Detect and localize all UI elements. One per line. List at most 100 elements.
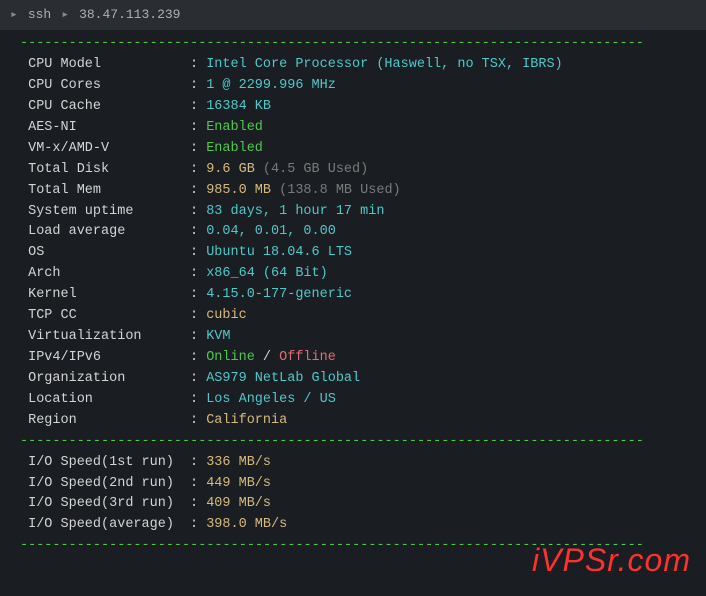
info-row: CPU Model : Intel Core Processor (Haswel… xyxy=(20,55,686,76)
row-label: VM-x/AMD-V xyxy=(20,139,190,160)
row-colon: : xyxy=(190,139,206,160)
titlebar-host: 38.47.113.239 xyxy=(79,5,180,25)
row-colon: : xyxy=(190,515,206,536)
info-row: AES-NI : Enabled xyxy=(20,118,686,139)
row-colon: : xyxy=(190,390,206,411)
row-colon: : xyxy=(190,411,206,432)
row-value: (138.8 MB Used) xyxy=(279,181,401,202)
titlebar-ssh-label: ssh xyxy=(28,5,51,25)
info-row: VM-x/AMD-V : Enabled xyxy=(20,139,686,160)
titlebar: ▸ ssh ▸ 38.47.113.239 xyxy=(0,0,706,30)
row-value: Online xyxy=(206,348,255,369)
row-label: Arch xyxy=(20,264,190,285)
row-colon: : xyxy=(190,494,206,515)
info-row: Arch : x86_64 (64 Bit) xyxy=(20,264,686,285)
row-colon: : xyxy=(190,118,206,139)
info-row: I/O Speed(3rd run) : 409 MB/s xyxy=(20,494,686,515)
info-row: Total Mem : 985.0 MB (138.8 MB Used) xyxy=(20,181,686,202)
titlebar-arrow-icon: ▸ xyxy=(61,5,69,25)
info-row: I/O Speed(average) : 398.0 MB/s xyxy=(20,515,686,536)
row-colon: : xyxy=(190,55,206,76)
row-value: 409 MB/s xyxy=(206,494,271,515)
row-value: 83 days, 1 hour 17 min xyxy=(206,202,384,223)
info-row: IPv4/IPv6 : Online / Offline xyxy=(20,348,686,369)
row-value: Offline xyxy=(279,348,336,369)
row-colon: : xyxy=(190,97,206,118)
row-value: Ubuntu 18.04.6 LTS xyxy=(206,243,352,264)
row-label: I/O Speed(average) xyxy=(20,515,190,536)
row-value: 336 MB/s xyxy=(206,453,271,474)
row-colon: : xyxy=(190,474,206,495)
row-value: x86_64 (64 Bit) xyxy=(206,264,328,285)
info-row: TCP CC : cubic xyxy=(20,306,686,327)
info-row: I/O Speed(2nd run) : 449 MB/s xyxy=(20,474,686,495)
row-value: Enabled xyxy=(206,139,263,160)
row-label: Kernel xyxy=(20,285,190,306)
row-colon: : xyxy=(190,181,206,202)
info-row: Location : Los Angeles / US xyxy=(20,390,686,411)
titlebar-arrow-icon: ▸ xyxy=(10,5,18,25)
row-label: Total Mem xyxy=(20,181,190,202)
row-label: I/O Speed(1st run) xyxy=(20,453,190,474)
row-value: 16384 KB xyxy=(206,97,271,118)
row-label: Total Disk xyxy=(20,160,190,181)
row-value: cubic xyxy=(206,306,247,327)
row-label: Load average xyxy=(20,222,190,243)
info-row: Region : California xyxy=(20,411,686,432)
row-label: Organization xyxy=(20,369,190,390)
row-value: 1 @ 2299.996 MHz xyxy=(206,76,336,97)
row-value: 449 MB/s xyxy=(206,474,271,495)
row-label: Virtualization xyxy=(20,327,190,348)
info-row: Kernel : 4.15.0-177-generic xyxy=(20,285,686,306)
row-value: 985.0 MB xyxy=(206,181,279,202)
row-label: AES-NI xyxy=(20,118,190,139)
row-colon: : xyxy=(190,285,206,306)
row-label: TCP CC xyxy=(20,306,190,327)
row-label: I/O Speed(3rd run) xyxy=(20,494,190,515)
info-row: CPU Cores : 1 @ 2299.996 MHz xyxy=(20,76,686,97)
row-label: CPU Model xyxy=(20,55,190,76)
info-row: Load average : 0.04, 0.01, 0.00 xyxy=(20,222,686,243)
row-colon: : xyxy=(190,348,206,369)
row-label: Region xyxy=(20,411,190,432)
row-value: KVM xyxy=(206,327,230,348)
row-value: Los Angeles / US xyxy=(206,390,336,411)
row-label: Location xyxy=(20,390,190,411)
row-colon: : xyxy=(190,264,206,285)
row-colon: : xyxy=(190,306,206,327)
row-value: (4.5 GB Used) xyxy=(263,160,368,181)
row-colon: : xyxy=(190,160,206,181)
row-colon: : xyxy=(190,369,206,390)
row-colon: : xyxy=(190,76,206,97)
watermark: iVPSr.com xyxy=(532,536,691,586)
row-label: I/O Speed(2nd run) xyxy=(20,474,190,495)
row-value: / xyxy=(255,348,279,369)
info-row: CPU Cache : 16384 KB xyxy=(20,97,686,118)
row-colon: : xyxy=(190,453,206,474)
info-row: I/O Speed(1st run) : 336 MB/s xyxy=(20,453,686,474)
row-label: CPU Cores xyxy=(20,76,190,97)
info-row: Organization : AS979 NetLab Global xyxy=(20,369,686,390)
row-value: California xyxy=(206,411,287,432)
row-value: 0.04, 0.01, 0.00 xyxy=(206,222,336,243)
row-value: AS979 NetLab Global xyxy=(206,369,360,390)
row-label: IPv4/IPv6 xyxy=(20,348,190,369)
row-label: System uptime xyxy=(20,202,190,223)
row-colon: : xyxy=(190,327,206,348)
row-label: OS xyxy=(20,243,190,264)
info-row: OS : Ubuntu 18.04.6 LTS xyxy=(20,243,686,264)
row-value: 4.15.0-177-generic xyxy=(206,285,352,306)
info-row: Total Disk : 9.6 GB (4.5 GB Used) xyxy=(20,160,686,181)
row-value: Enabled xyxy=(206,118,263,139)
row-colon: : xyxy=(190,222,206,243)
divider-line: ----------------------------------------… xyxy=(20,34,686,55)
info-row: Virtualization : KVM xyxy=(20,327,686,348)
row-value: 9.6 GB xyxy=(206,160,263,181)
info-row: System uptime : 83 days, 1 hour 17 min xyxy=(20,202,686,223)
terminal-output[interactable]: ----------------------------------------… xyxy=(0,30,706,561)
divider-line: ----------------------------------------… xyxy=(20,432,686,453)
watermark-text: iVPSr.com xyxy=(532,542,691,578)
row-value: 398.0 MB/s xyxy=(206,515,287,536)
row-colon: : xyxy=(190,202,206,223)
row-value: Intel Core Processor (Haswell, no TSX, I… xyxy=(206,55,562,76)
